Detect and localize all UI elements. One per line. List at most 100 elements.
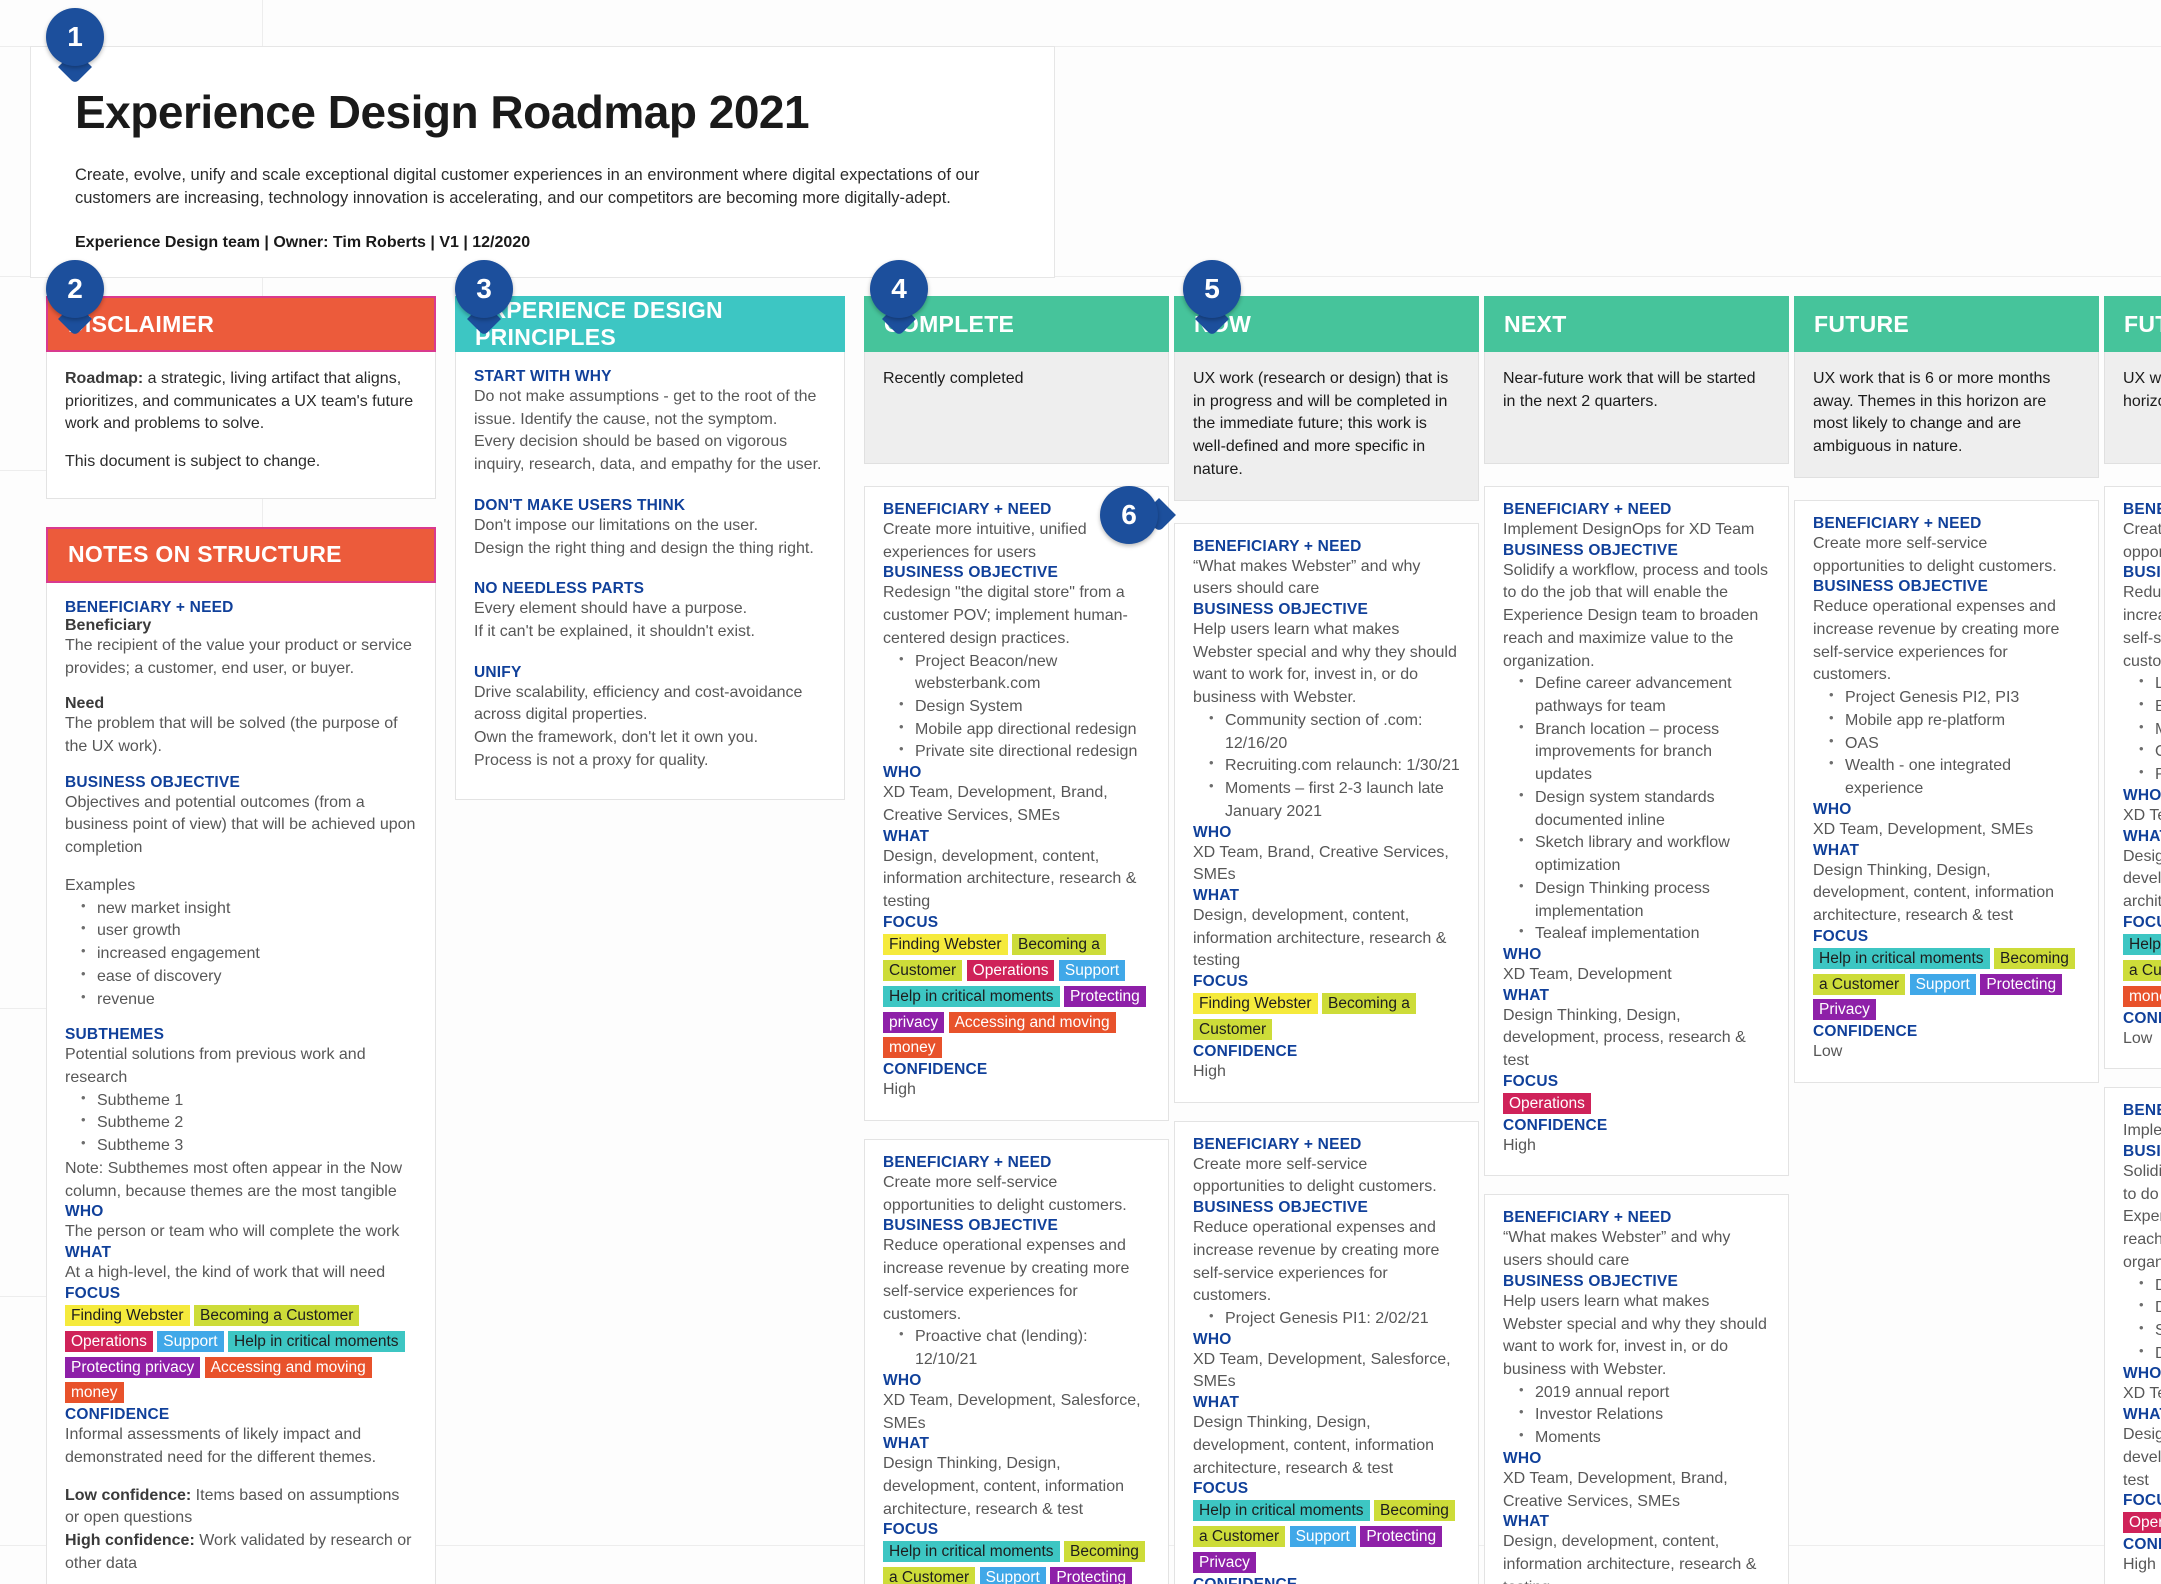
- list-item: Business: [2137, 695, 2161, 719]
- notes-confidence-label: CONFIDENCE: [65, 1406, 170, 1424]
- principle-line: Do not make assumptions - get to the roo…: [474, 388, 817, 428]
- notes-confidence-text: Informal assessments of likely impact an…: [65, 1426, 377, 1467]
- card-bullet-list: Project Genesis PI1: 2/02/21: [1207, 1307, 1460, 1331]
- roadmap-card[interactable]: BENEFICIARY + NEED Create more self-servi…: [864, 1139, 1169, 1584]
- list-item: user growth: [79, 919, 417, 943]
- list-item: revenue: [79, 988, 417, 1012]
- column-description: Near-future work that will be started in…: [1484, 352, 1789, 464]
- callout-pin-4[interactable]: 4: [870, 260, 928, 318]
- column-header-future: FUTURE: [1794, 296, 2099, 352]
- list-item: Private site directional redesign: [897, 740, 1150, 764]
- notes-need-text: The problem that will be solved (the pur…: [65, 715, 398, 756]
- roadmap-card[interactable]: BENEFICIARY + NEED Create more self-servi…: [2104, 486, 2161, 1070]
- disclaimer-line-2: This document is subject to change.: [65, 453, 321, 471]
- notes-low-confidence-term: Low confidence:: [65, 1486, 192, 1504]
- callout-pin-3[interactable]: 3: [455, 260, 513, 318]
- card-confidence-label: CONFIDENCE: [883, 1061, 988, 1079]
- focus-tag[interactable]: Help in critical moments: [2123, 933, 2161, 955]
- focus-tag[interactable]: Support: [1289, 1526, 1356, 1548]
- card-who-text: XD Team, Development: [1503, 965, 1672, 983]
- focus-tag[interactable]: Finding Webster: [1193, 993, 1318, 1015]
- notes-examples-label: Examples: [65, 876, 136, 894]
- focus-tag[interactable]: Becoming a Customer: [194, 1304, 360, 1326]
- card-beneficiary-label: BENEFICIARY + NEED: [2123, 501, 2161, 518]
- list-item: Investor Relations: [1517, 1403, 1770, 1427]
- card-confidence-label: CONFIDENCE: [2123, 1536, 2161, 1554]
- card-what-label: WHAT: [883, 827, 930, 845]
- notes-focus-tags: Finding Webster Becoming a Customer Oper…: [65, 1303, 417, 1407]
- principles-body: START WITH WHY Do not make assumptions - …: [455, 352, 845, 800]
- roadmap-card[interactable]: BENEFICIARY + NEED “What makes Webster” a…: [1484, 1194, 1789, 1584]
- focus-tag[interactable]: Support: [157, 1330, 224, 1352]
- focus-tag[interactable]: Operations: [1503, 1092, 1591, 1114]
- focus-tag[interactable]: Support: [1058, 959, 1126, 981]
- callout-pin-label: 3: [455, 260, 513, 318]
- list-item: Design partnerships: [2137, 1296, 2161, 1320]
- focus-tag[interactable]: Help in critical moments: [1193, 1500, 1370, 1522]
- card-what-label: WHAT: [1193, 886, 1240, 904]
- list-item: On-boarding: [2137, 740, 2161, 764]
- list-item: Sketch library and workflow optimization: [1517, 831, 1770, 877]
- focus-tag[interactable]: Operations: [2123, 1512, 2161, 1534]
- focus-tag[interactable]: Finding Webster: [65, 1304, 190, 1326]
- roadmap-column-next-2: NEXT Near-future work that will be starte…: [1484, 296, 1789, 1584]
- card-who-text: XD Team, Development, Salesforce, SMEs: [883, 1391, 1141, 1432]
- column-description: UX work (research or design) that is in …: [1174, 352, 1479, 501]
- list-item: Tealeaf implementation: [1517, 922, 1770, 946]
- card-what-text: Design Thinking, Design, development, co…: [1193, 1414, 1435, 1477]
- notes-low-confidence: Low confidence: Items based on assumptio…: [65, 1485, 417, 1530]
- card-confidence-label: CONFIDENCE: [1813, 1023, 1918, 1041]
- card-bullet-list: Design for privacyDesign partnershipsSub…: [2137, 1274, 2161, 1366]
- roadmap-card[interactable]: BENEFICIARY + NEED “What makes Webster” a…: [1174, 522, 1479, 1103]
- list-item: Design Thinking process implementation: [1517, 877, 1770, 923]
- focus-tag[interactable]: Help in critical moments: [228, 1330, 405, 1352]
- focus-tag[interactable]: Operations: [65, 1330, 153, 1352]
- roadmap-card[interactable]: BENEFICIARY + NEED Implement DesignOps fo…: [1484, 486, 1789, 1177]
- card-what-label: WHAT: [1813, 841, 1860, 859]
- page-title: Experience Design Roadmap 2021: [75, 86, 810, 138]
- card-who-label: WHO: [883, 764, 922, 782]
- card-objective-label: BUSINESS OBJECTIVE: [1193, 601, 1369, 619]
- focus-tag[interactable]: Protecting privacy: [65, 1356, 201, 1378]
- card-objective-text: Reduce operational expenses and increase…: [1813, 598, 2060, 684]
- roadmap-card[interactable]: BENEFICIARY + NEED Create more self-servi…: [1174, 1120, 1479, 1584]
- card-confidence-value: Low: [1813, 1043, 1843, 1061]
- focus-tag[interactable]: Operations: [966, 959, 1055, 981]
- focus-tag[interactable]: Help in critical moments: [883, 985, 1060, 1007]
- callout-pin-6[interactable]: 6: [1100, 486, 1158, 544]
- principles-header-label: EXPERIENCE DESIGN PRINCIPLES: [475, 297, 723, 350]
- card-who-label: WHO: [883, 1371, 922, 1389]
- focus-tag[interactable]: Support: [979, 1567, 1046, 1584]
- notes-need-sub: Need: [65, 695, 105, 713]
- focus-tag[interactable]: Help in critical moments: [883, 1541, 1060, 1563]
- list-item: Moments – first 2-3 launch late January …: [1207, 777, 1460, 823]
- card-focus-tags: Finding Webster Becoming a Customer: [1193, 991, 1460, 1043]
- callout-pin-2[interactable]: 2: [46, 260, 104, 318]
- callout-pin-1[interactable]: 1: [46, 8, 104, 66]
- roadmap-card[interactable]: BENEFICIARY + NEED Implement DesignOps fo…: [2104, 1087, 2161, 1584]
- focus-tag[interactable]: Finding Webster: [883, 933, 1008, 955]
- list-item: Branch location – process improvements f…: [1517, 718, 1770, 787]
- focus-tag[interactable]: Support: [1909, 973, 1976, 995]
- card-beneficiary-text: Create more self-service opportunities t…: [1193, 1155, 1437, 1196]
- card-focus-tags: Operations: [1503, 1091, 1770, 1117]
- callout-pin-5[interactable]: 5: [1183, 260, 1241, 318]
- focus-tag[interactable]: Help in critical moments: [1813, 947, 1990, 969]
- card-objective-label: BUSINESS OBJECTIVE: [2123, 564, 2161, 582]
- principle-line: If it can't be explained, it shouldn't e…: [474, 623, 755, 641]
- card-who-text: XD Team, Development, Brand, Creative Se…: [883, 784, 1108, 824]
- roadmap-card[interactable]: BENEFICIARY + NEED Create more intuitive,…: [864, 486, 1169, 1122]
- card-focus-label: FOCUS: [1503, 1072, 1559, 1090]
- page-subtitle: Create, evolve, unify and scale exceptio…: [75, 165, 980, 208]
- roadmap-card[interactable]: BENEFICIARY + NEED Create more self-servi…: [1794, 499, 2099, 1084]
- card-objective-text: Help users learn what makes Webster spec…: [1503, 1292, 1767, 1379]
- notes-what-text: At a high-level, the kind of work that w…: [65, 1263, 386, 1281]
- callout-pin-label: 1: [46, 8, 104, 66]
- card-beneficiary-text: Create more self-service opportunities t…: [2123, 521, 2161, 561]
- notes-focus-label: FOCUS: [65, 1284, 121, 1302]
- card-objective-label: BUSINESS OBJECTIVE: [1813, 578, 1989, 596]
- card-objective-text: Redesign "the digital store" from a cust…: [883, 584, 1128, 647]
- card-confidence-label: CONFIDENCE: [1193, 1576, 1460, 1584]
- list-item: Project Genesis PI2, PI3: [1827, 686, 2080, 710]
- card-who-label: WHO: [1193, 1330, 1232, 1348]
